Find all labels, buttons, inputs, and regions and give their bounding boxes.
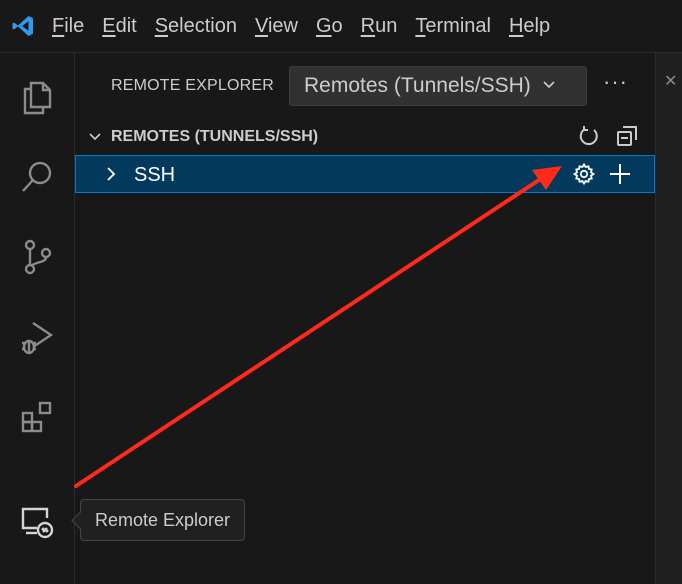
chevron-right-icon[interactable] [103, 166, 119, 187]
search-icon[interactable] [0, 145, 74, 209]
menu-file[interactable]: File [46, 0, 90, 52]
sidebar-header: REMOTE EXPLORER Remotes (Tunnels/SSH) ··… [75, 53, 655, 121]
activity-bar [0, 53, 75, 584]
remote-explorer-icon[interactable] [0, 490, 74, 554]
run-debug-icon[interactable] [0, 305, 74, 369]
refresh-icon[interactable] [577, 124, 601, 153]
menu-help[interactable]: Help [503, 0, 556, 52]
menu-go[interactable]: Go [310, 0, 349, 52]
close-icon[interactable]: ✕ [664, 71, 677, 91]
vscode-logo-icon[interactable] [0, 0, 46, 52]
dropdown-value: Remotes (Tunnels/SSH) [304, 74, 531, 97]
tree-item-ssh[interactable]: SSH [75, 155, 655, 193]
add-icon[interactable] [608, 162, 632, 191]
more-actions-icon[interactable]: ··· [603, 69, 628, 95]
tree-item-actions [572, 162, 632, 191]
tooltip-text: Remote Explorer [95, 509, 231, 530]
extensions-icon[interactable] [0, 385, 74, 449]
remotes-section-header[interactable]: REMOTES (TUNNELS/SSH) [75, 121, 655, 153]
chevron-down-icon [541, 76, 557, 97]
section-actions [577, 124, 639, 153]
menu-terminal[interactable]: Terminal [409, 0, 497, 52]
menu-selection[interactable]: Selection [149, 0, 243, 52]
chevron-down-icon [87, 129, 103, 150]
menu-edit[interactable]: Edit [96, 0, 142, 52]
menu-bar: File Edit Selection View Go Run Terminal… [0, 0, 682, 53]
menu-run[interactable]: Run [355, 0, 404, 52]
source-control-icon[interactable] [0, 225, 74, 289]
explorer-icon[interactable] [0, 65, 74, 129]
collapse-all-icon[interactable] [615, 124, 639, 153]
menu-view[interactable]: View [249, 0, 304, 52]
remote-explorer-tooltip: Remote Explorer [71, 499, 246, 541]
section-title: REMOTES (TUNNELS/SSH) [111, 128, 319, 145]
gear-icon[interactable] [572, 162, 596, 191]
sidebar-title: REMOTE EXPLORER [111, 77, 275, 94]
tree-item-label: SSH [134, 164, 176, 186]
editor-edge: ✕ [655, 53, 682, 584]
remotes-dropdown[interactable]: Remotes (Tunnels/SSH) [289, 66, 587, 106]
